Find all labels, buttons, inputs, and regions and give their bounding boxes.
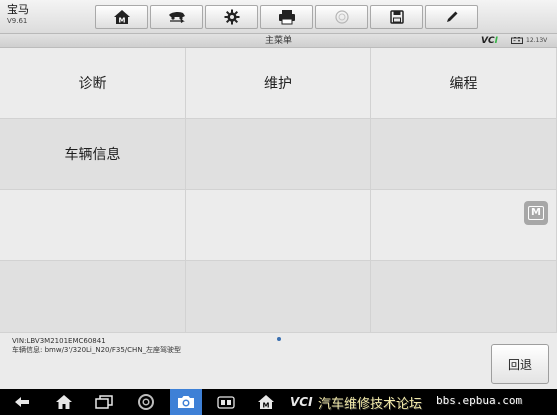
app-info: 宝马 V9.61 (7, 3, 29, 26)
menu-title-bar: 主菜单 VCI 12.13V (0, 34, 557, 48)
settings-button[interactable] (205, 5, 258, 29)
page-title: 主菜单 (264, 36, 292, 46)
svg-text:M: M (118, 17, 125, 25)
vin-text: VIN:LBV3M2101EMC60841 (12, 337, 106, 345)
help-icon (334, 10, 349, 24)
menu-item-label: 编程 (449, 76, 478, 92)
nav-home-button[interactable] (50, 389, 78, 415)
menu-item-programming[interactable]: 编程 (371, 48, 557, 119)
menu-item-empty (0, 190, 186, 261)
print-button[interactable] (260, 5, 313, 29)
system-nav-bar: M VCI (0, 389, 557, 415)
menu-item-label: 维护 (264, 76, 292, 92)
menu-item-empty (186, 119, 371, 190)
gear-icon (224, 9, 239, 25)
floppy-save-icon (389, 10, 404, 24)
toolbar: M (95, 5, 480, 29)
main-menu-grid: 诊断 维护 编程 车辆信息 (0, 48, 557, 333)
menu-item-vehicle-info[interactable]: 车辆信息 (0, 119, 186, 190)
vehicle-info-text: 车辆信息: bmw/3'/320Li_N20/F35/CHN_左座驾驶型 (12, 346, 182, 354)
menu-item-empty (371, 261, 557, 333)
floating-m-button[interactable]: M (524, 201, 548, 225)
nav-screenshot-button[interactable] (170, 389, 202, 415)
chrome-icon (138, 394, 154, 410)
vehicle-info-footer: VIN:LBV3M2101EMC60841 车辆信息: bmw/3'/320Li… (0, 333, 557, 389)
menu-item-service[interactable]: 维护 (186, 48, 371, 119)
recent-apps-icon (95, 395, 113, 409)
nav-recent-apps-button[interactable] (90, 389, 118, 415)
battery-icon (511, 37, 523, 44)
menu-item-empty (0, 261, 186, 333)
m-icon: M (528, 206, 544, 220)
back-arrow-icon (15, 397, 29, 407)
camera-icon (178, 396, 194, 408)
help-button[interactable] (315, 5, 368, 29)
edit-button[interactable] (425, 5, 478, 29)
home-m-icon: M (258, 395, 274, 410)
home-icon (56, 395, 72, 409)
home-button[interactable]: M (95, 5, 148, 29)
top-header: 宝马 V9.61 M (0, 0, 557, 34)
back-button[interactable]: 回退 (491, 344, 549, 384)
vehicle-swap-button[interactable] (150, 5, 203, 29)
nav-browser-button[interactable] (132, 389, 160, 415)
nav-vci-label[interactable]: VCI (290, 394, 313, 410)
vci-logo: VCI (481, 36, 498, 46)
nav-m-home-button[interactable]: M (252, 389, 280, 415)
car-swap-icon (168, 11, 185, 23)
menu-item-label: 诊断 (78, 76, 107, 92)
app-version: V9.61 (7, 17, 28, 25)
save-button[interactable] (370, 5, 423, 29)
svg-text:M: M (263, 402, 270, 410)
nav-clipboard-button[interactable] (212, 389, 240, 415)
menu-item-empty (186, 190, 371, 261)
printer-icon (278, 10, 295, 25)
pen-icon (446, 11, 457, 22)
app-title: 宝马 (7, 3, 29, 16)
menu-item-label: 车辆信息 (64, 147, 121, 163)
voltage-readout: 12.13V (526, 37, 548, 44)
menu-item-empty (371, 119, 557, 190)
nav-back-button[interactable] (8, 389, 36, 415)
clipboard-icon (217, 396, 235, 409)
menu-item-empty (186, 261, 371, 333)
home-m-icon: M (113, 10, 130, 25)
page-indicator (277, 337, 281, 341)
menu-item-diagnose[interactable]: 诊断 (0, 48, 186, 119)
